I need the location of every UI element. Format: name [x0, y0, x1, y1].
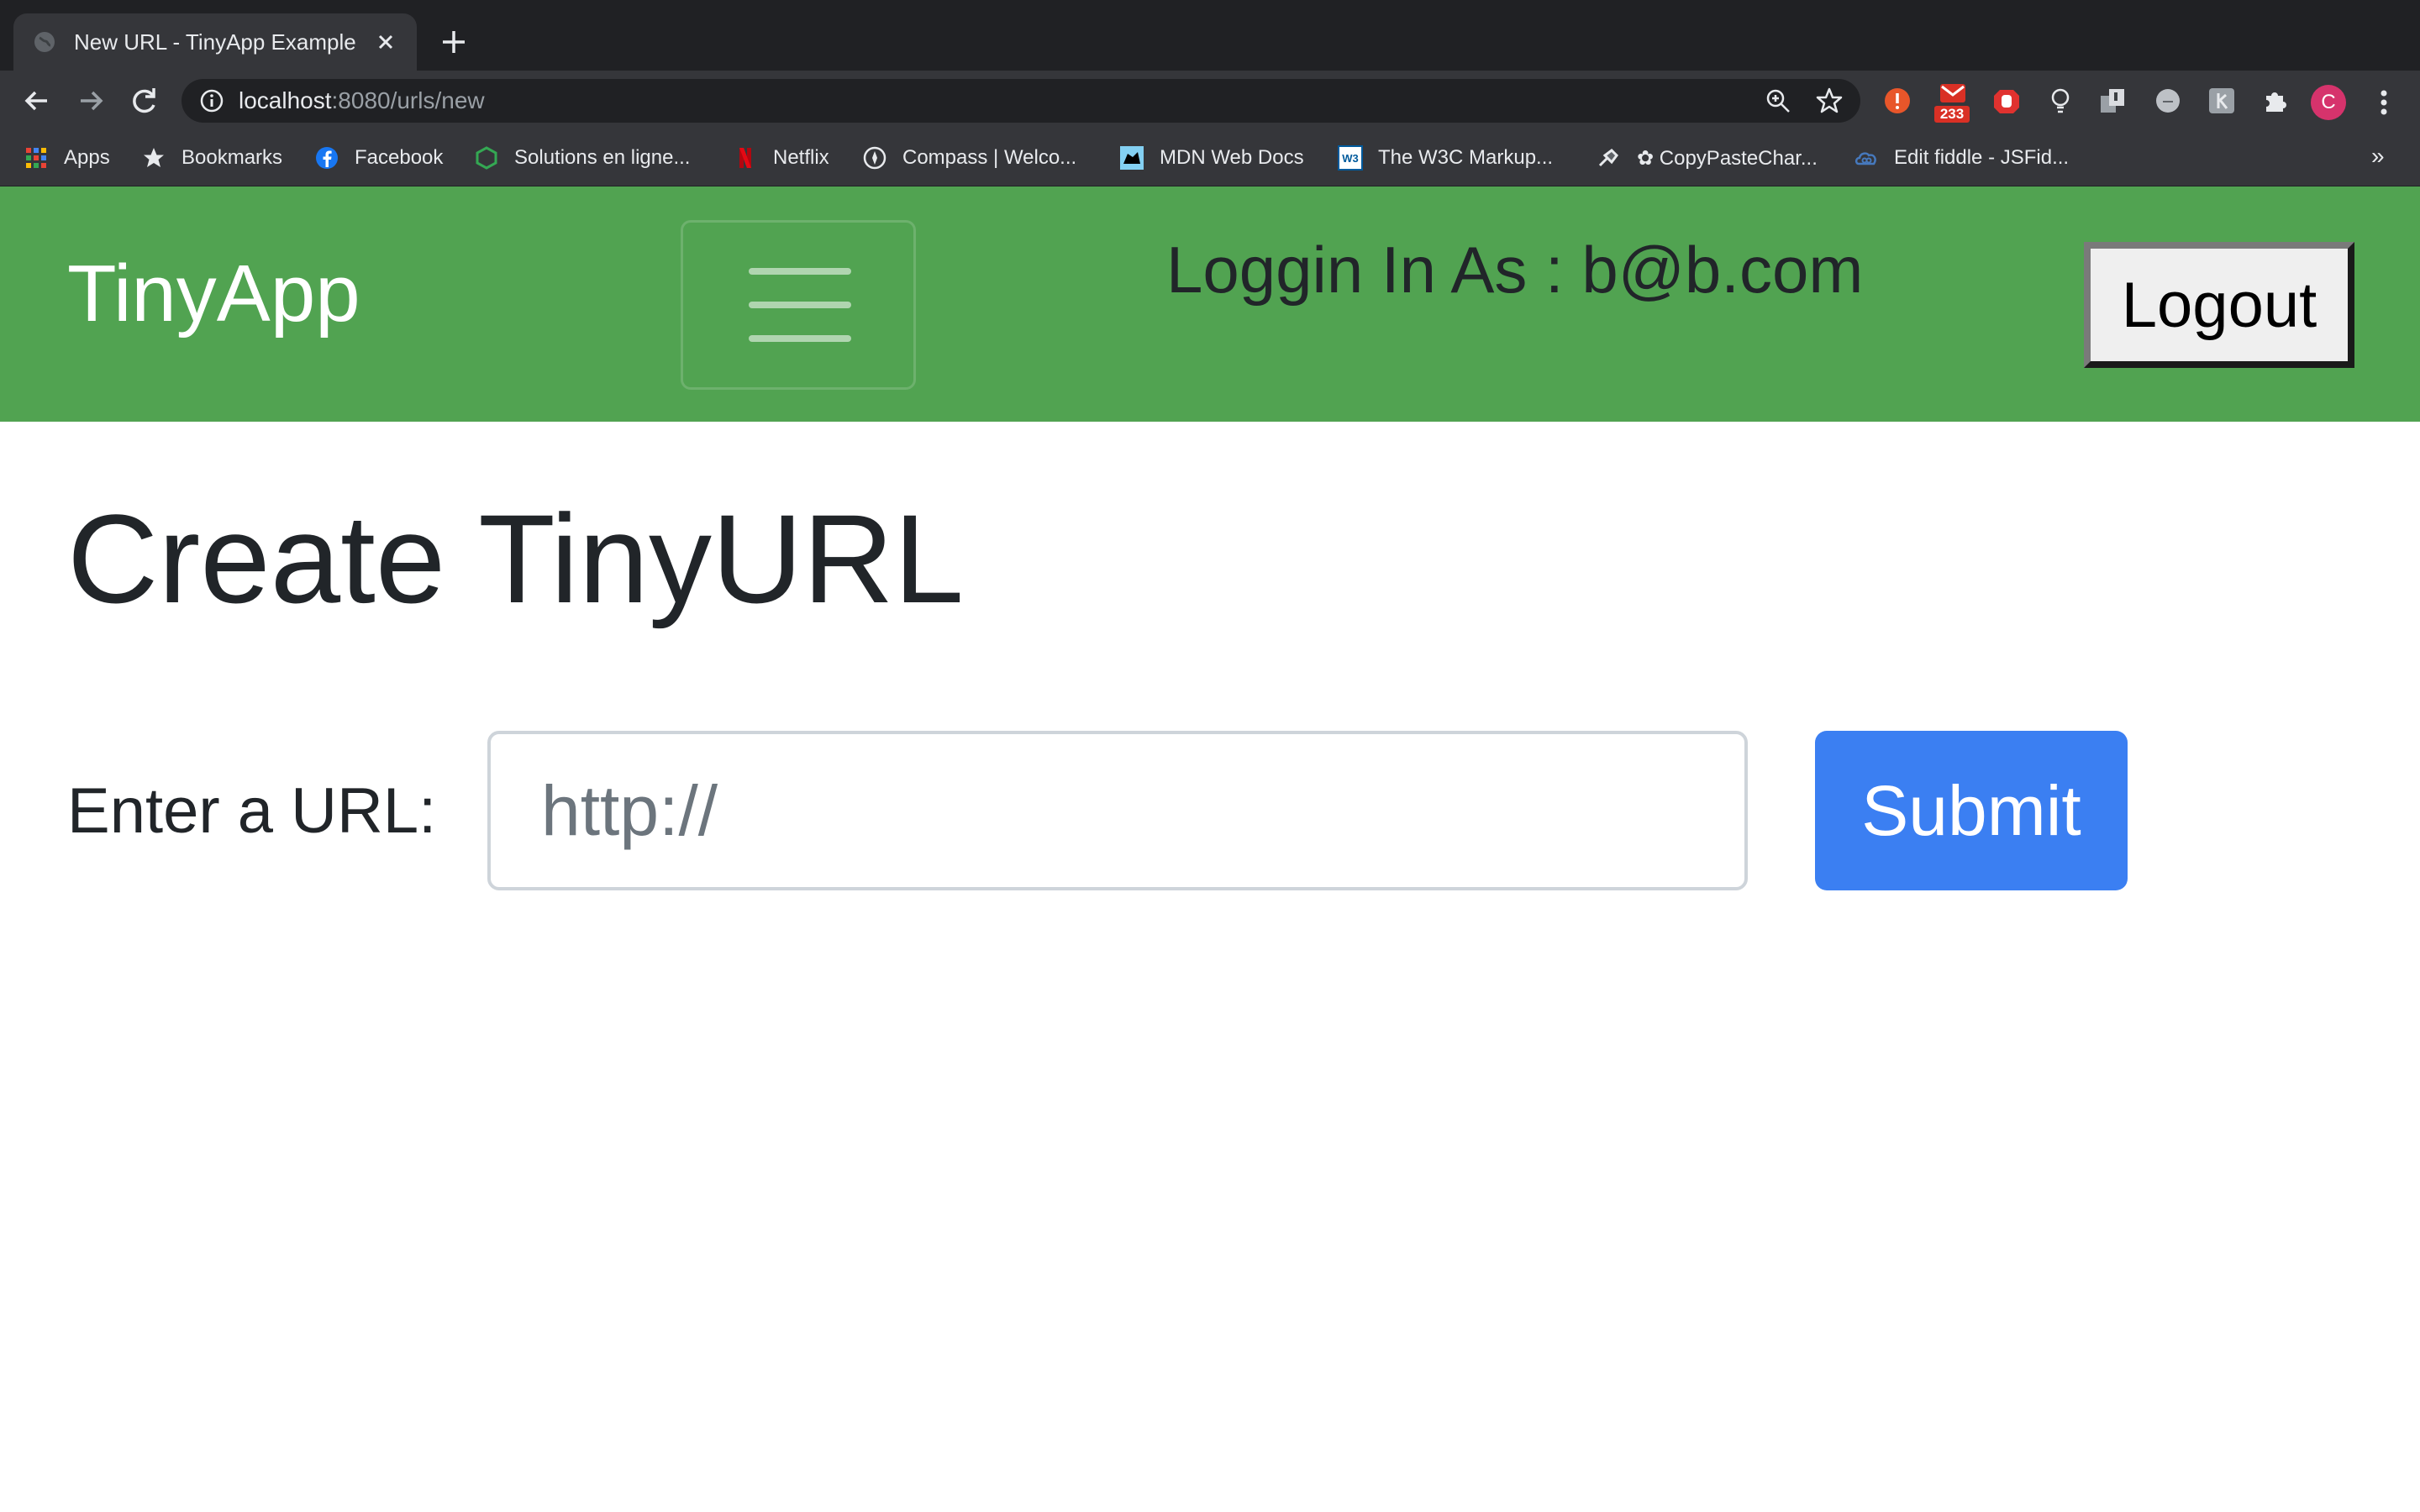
mdn-icon	[1120, 146, 1144, 170]
bookmark-label: Solutions en ligne...	[514, 146, 691, 169]
browser-tabstrip: New URL - TinyApp Example	[0, 0, 2420, 71]
bookmark-star-icon[interactable]	[1815, 87, 1844, 115]
bookmark-netflix[interactable]: Netflix	[733, 131, 829, 185]
browser-toolbar: localhost:8080/urls/new	[0, 71, 2420, 131]
forward-arrow-icon[interactable]	[72, 82, 109, 119]
hexagon-icon	[476, 146, 497, 170]
globe-icon	[34, 32, 55, 52]
url-field-label: Enter a URL:	[67, 775, 437, 847]
hamburger-icon	[749, 335, 851, 342]
new-tab-plus-icon[interactable]	[437, 25, 471, 59]
w3c-icon: W3	[1338, 145, 1363, 171]
tab-title: New URL - TinyApp Example	[74, 29, 356, 55]
hamburger-icon	[749, 302, 851, 308]
reload-icon[interactable]	[126, 82, 163, 119]
address-bar[interactable]: localhost:8080/urls/new	[182, 79, 1860, 123]
page-title: Create TinyURL	[67, 488, 965, 629]
bookmark-jsfiddle[interactable]: Edit fiddle - JSFid...	[1854, 131, 2069, 185]
bookmarks-overflow-chevron[interactable]: »	[2371, 143, 2385, 170]
bookmark-label: The W3C Markup...	[1378, 146, 1554, 169]
alert-extension-icon[interactable]	[1882, 86, 1912, 116]
bookmark-label: Bookmarks	[182, 146, 283, 169]
app-navbar: TinyApp Loggin In As : b@b.com Logout	[0, 186, 2420, 422]
address-path: :8080/urls/new	[331, 87, 485, 113]
hand-extension-icon[interactable]	[1991, 86, 2022, 116]
bookmark-compass[interactable]: Compass | Welco...	[862, 131, 1076, 185]
bookmark-label: Apps	[64, 146, 110, 169]
bookmark-label: MDN Web Docs	[1160, 146, 1304, 169]
puzzle-icon[interactable]	[2260, 86, 2291, 116]
bookmark-label: Netflix	[773, 146, 829, 169]
zoom-icon[interactable]	[1765, 87, 1791, 114]
bookmarks-bar: Apps Bookmarks Facebook Solutions en lig…	[0, 131, 2420, 186]
netflix-icon	[739, 148, 751, 168]
hamburger-icon	[749, 268, 851, 275]
bookmark-label: Facebook	[355, 146, 444, 169]
brand-logo-text[interactable]: TinyApp	[67, 254, 360, 334]
bulb-extension-icon[interactable]	[2045, 86, 2075, 116]
star-icon	[144, 148, 164, 167]
address-host: localhost	[239, 87, 332, 113]
jsfiddle-icon	[1854, 152, 1876, 165]
bookmark-mdn[interactable]: MDN Web Docs	[1119, 131, 1304, 185]
logout-button[interactable]: Logout	[2084, 242, 2354, 368]
back-arrow-icon[interactable]	[18, 82, 55, 119]
compass-icon	[863, 146, 886, 170]
bookmark-facebook[interactable]: Facebook	[314, 131, 443, 185]
bookmark-label: Edit fiddle - JSFid...	[1894, 146, 2070, 169]
bookmark-apps[interactable]: Apps	[24, 131, 110, 185]
svg-text:W3: W3	[1342, 152, 1359, 165]
long-url-input[interactable]	[487, 731, 1748, 890]
browser-tab-active[interactable]: New URL - TinyApp Example	[13, 13, 417, 71]
page-extension-icon[interactable]	[2097, 86, 2128, 116]
bookmark-solutions[interactable]: Solutions en ligne...	[474, 131, 690, 185]
address-text: localhost:8080/urls/new	[239, 79, 485, 123]
mail-count-badge: 233	[1934, 106, 1970, 123]
bookmark-bookmarks[interactable]: Bookmarks	[141, 131, 282, 185]
circle-extension-icon[interactable]	[2153, 86, 2183, 116]
profile-avatar[interactable]: C	[2311, 85, 2346, 120]
bookmark-copypaste[interactable]: ✿ CopyPasteChar...	[1597, 131, 1818, 185]
navbar-toggle-button[interactable]	[681, 220, 916, 390]
copypaste-icon	[1598, 149, 1618, 167]
apps-grid-icon	[26, 148, 46, 168]
bookmark-label: ✿ CopyPasteChar...	[1637, 146, 1818, 170]
submit-button[interactable]: Submit	[1815, 731, 2128, 890]
bookmark-w3c[interactable]: W3 The W3C Markup...	[1338, 131, 1553, 185]
bookmark-label: Compass | Welco...	[902, 146, 1077, 169]
close-icon[interactable]	[373, 29, 398, 55]
k-extension-icon[interactable]	[2207, 86, 2237, 116]
facebook-icon	[316, 147, 338, 169]
site-info-icon[interactable]	[198, 87, 225, 114]
kebab-menu-icon[interactable]	[2371, 86, 2396, 119]
logged-in-status: Loggin In As : b@b.com	[1166, 233, 1864, 307]
